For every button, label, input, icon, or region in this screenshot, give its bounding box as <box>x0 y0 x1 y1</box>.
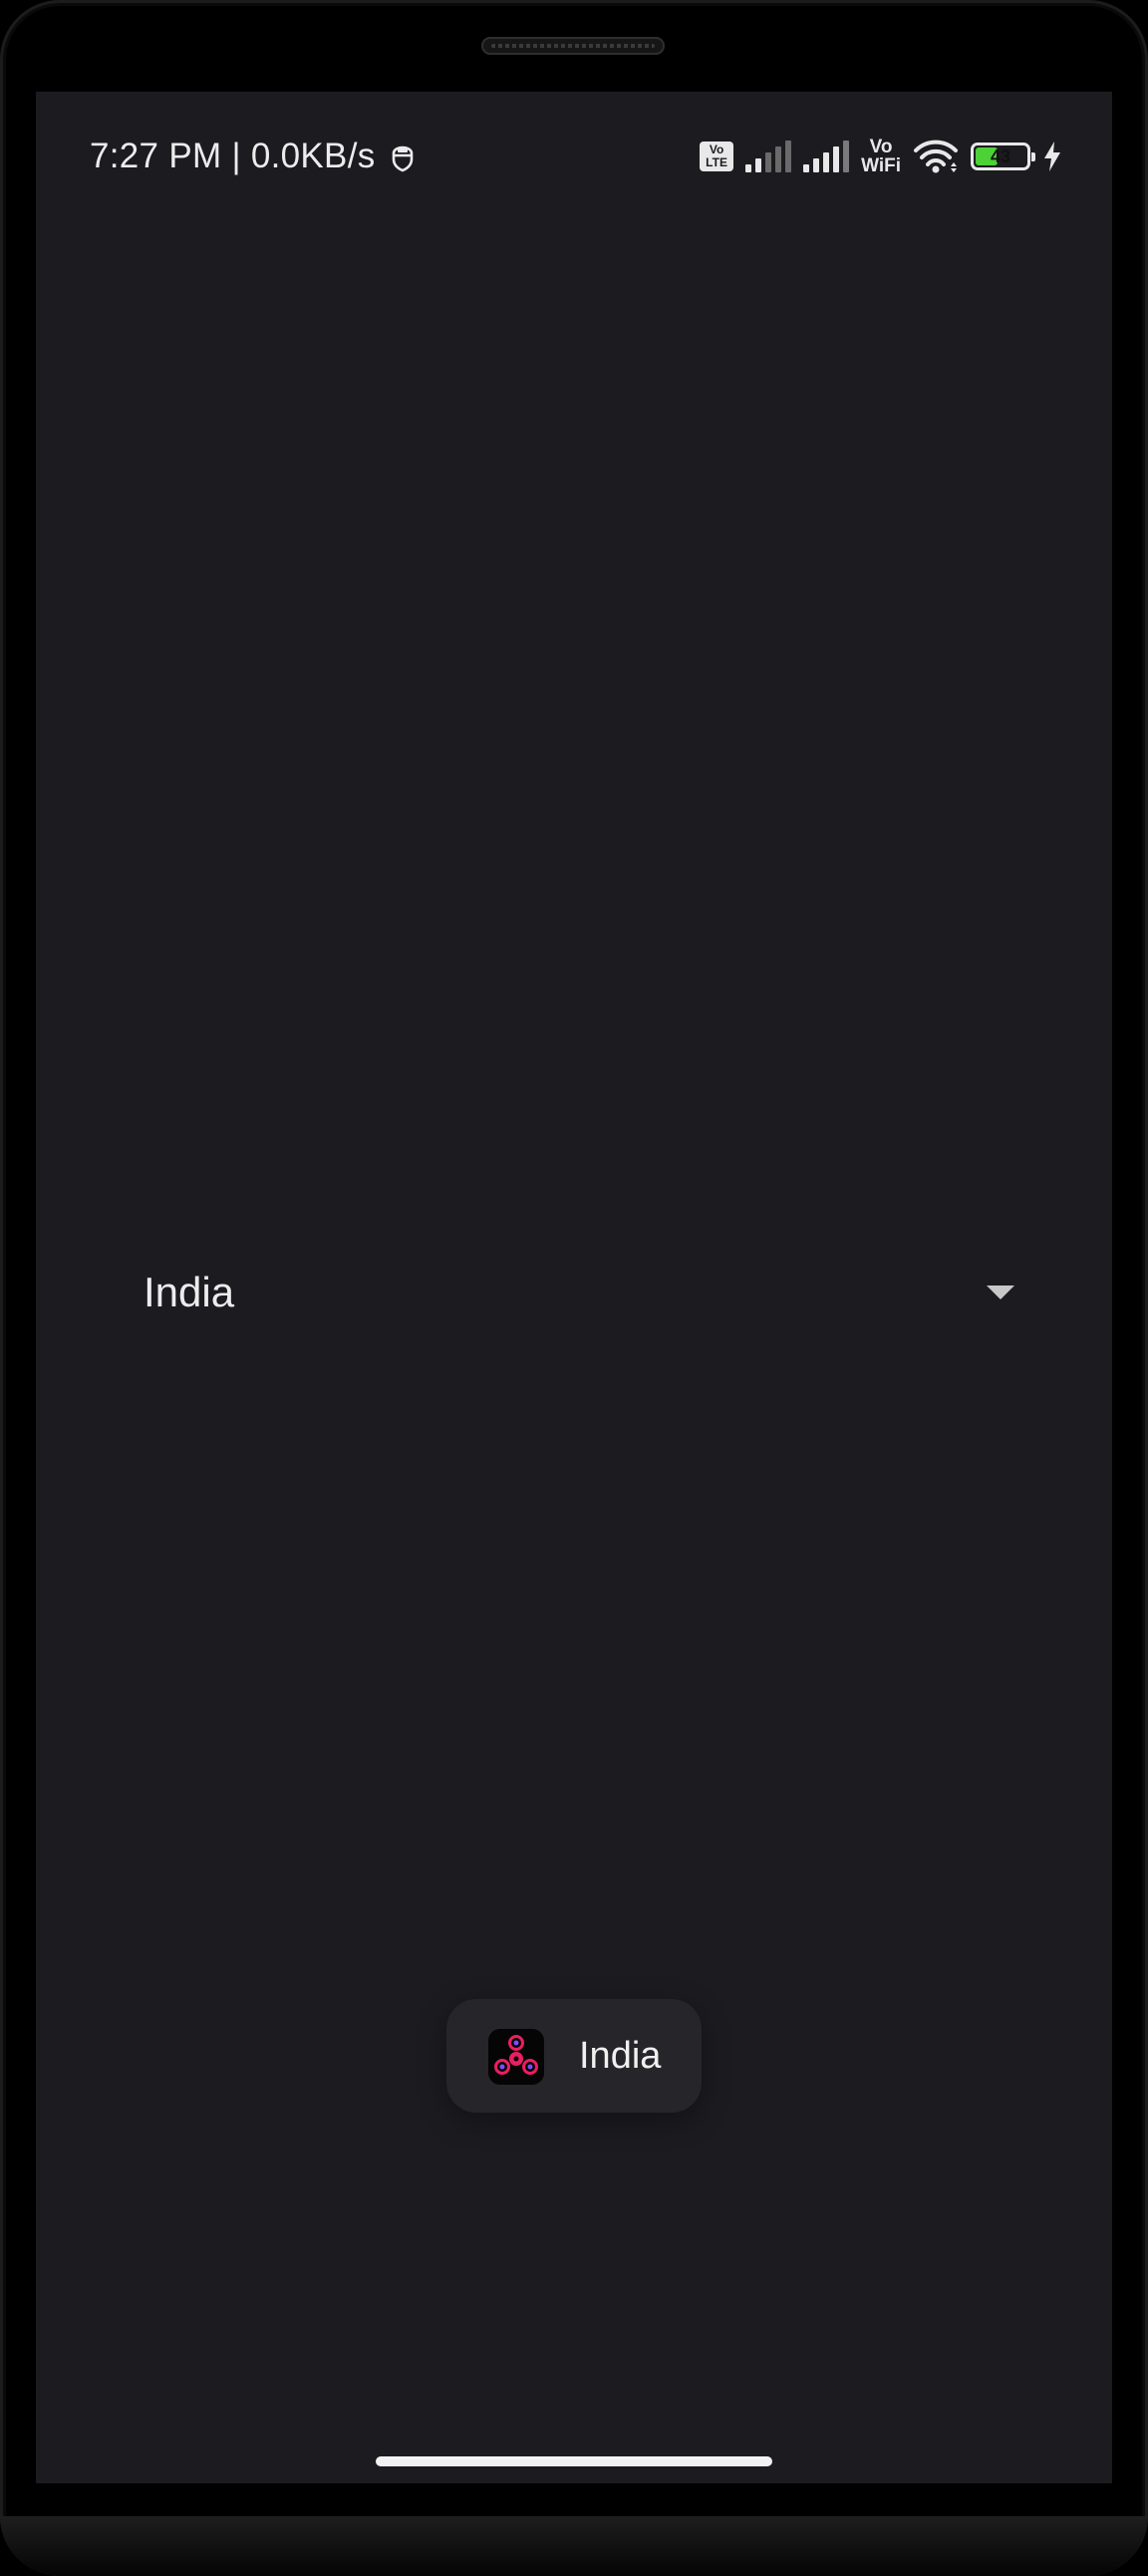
phone-chin <box>0 2516 1148 2576</box>
volte-label-bottom: LTE <box>706 155 727 169</box>
toast-message: India <box>446 1999 702 2113</box>
network-speed: 0.0KB/s <box>250 137 376 175</box>
status-bar-left: 7:27 PM | 0.0KB/s <box>90 132 418 181</box>
dropdown-selected-value: India <box>144 1269 235 1315</box>
volte-icon: Vo LTE <box>700 142 734 171</box>
status-bar: 7:27 PM | 0.0KB/s Vo LTE Vo WiFi 43 <box>36 92 1112 211</box>
battery-level: 43 <box>990 146 1011 166</box>
signal-sim2-icon <box>803 141 850 172</box>
signal-sim1-icon <box>745 141 792 172</box>
user-shield-icon <box>392 145 413 172</box>
phone-screen: 7:27 PM | 0.0KB/s Vo LTE Vo WiFi 43 Indi… <box>36 92 1112 2483</box>
status-time: 7:27 PM <box>90 137 222 175</box>
fidget-spinner-app-icon <box>488 2029 544 2085</box>
status-bar-right: Vo LTE Vo WiFi 43 <box>700 132 1062 181</box>
earpiece-speaker <box>481 37 665 55</box>
status-separator: | <box>231 137 241 175</box>
vowifi-label-top: Vo <box>869 137 893 157</box>
toast-text: India <box>579 2035 662 2077</box>
charging-bolt-icon <box>1044 142 1060 171</box>
battery-icon: 43 <box>971 143 1035 170</box>
vowifi-label-bottom: WiFi <box>861 155 901 176</box>
country-dropdown[interactable]: India <box>144 1238 1020 1347</box>
vowifi-icon: Vo WiFi <box>861 138 901 175</box>
dropdown-arrow-icon <box>987 1286 1014 1299</box>
wifi-icon <box>914 140 958 173</box>
phone-frame: 7:27 PM | 0.0KB/s Vo LTE Vo WiFi 43 Indi… <box>0 0 1148 2576</box>
home-indicator[interactable] <box>376 2456 772 2466</box>
